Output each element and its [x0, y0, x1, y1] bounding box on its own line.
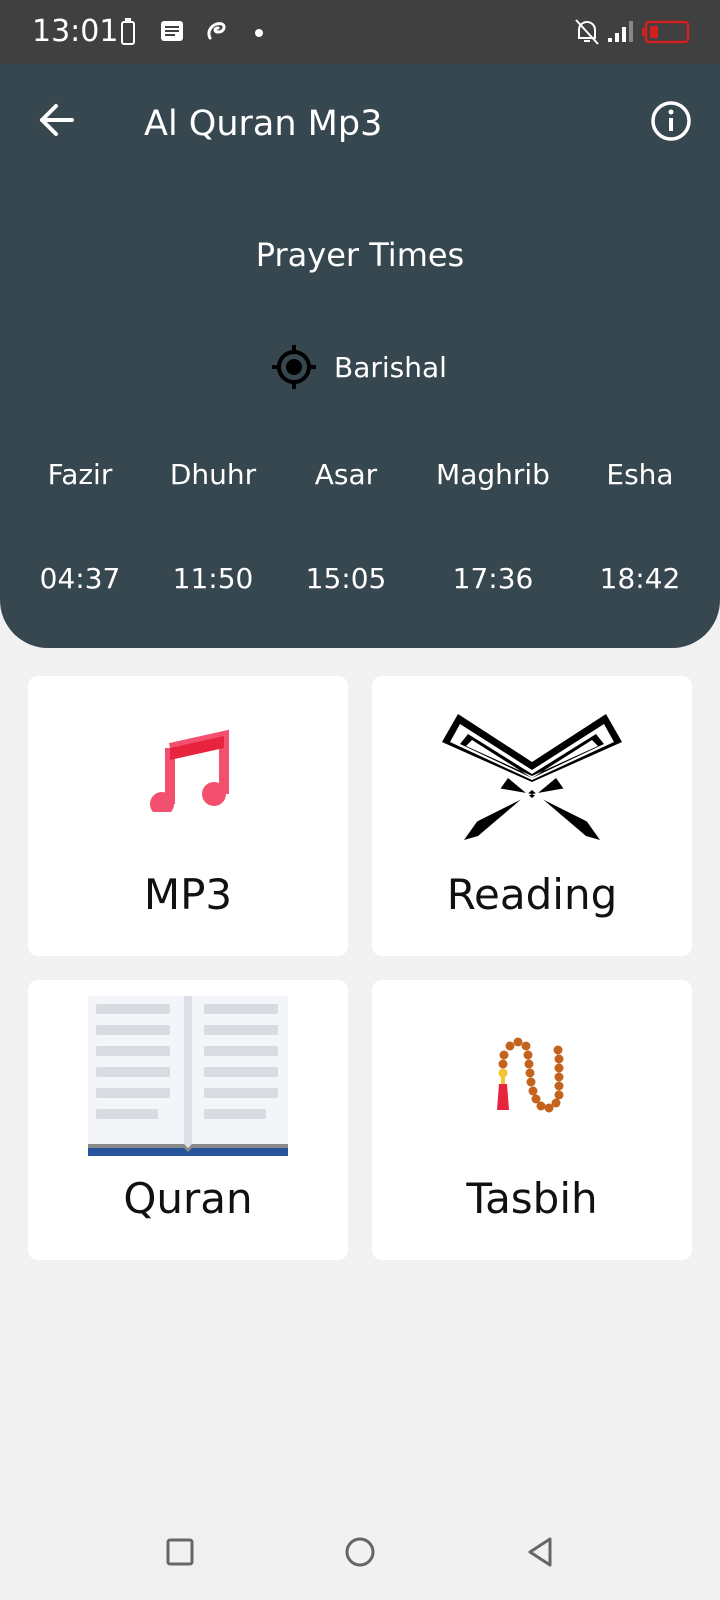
back-triangle-icon[interactable]: [520, 1532, 560, 1572]
prayer-time: 18:42: [599, 562, 681, 595]
card-label: MP3: [143, 870, 233, 919]
prayer-beads-icon: [497, 1037, 564, 1113]
prayer-name: Esha: [606, 458, 674, 491]
airtel-icon: [207, 22, 226, 40]
battery-outline-icon: [121, 18, 135, 45]
prayer-header: Al Quran Mp3 Prayer Times Barishal Fazir…: [0, 64, 720, 648]
tasbih-card[interactable]: Tasbih: [372, 980, 692, 1260]
card-label: Reading: [446, 870, 618, 919]
dot-icon: [255, 29, 263, 37]
location-row[interactable]: Barishal: [270, 342, 447, 392]
prayer-name: Dhuhr: [169, 458, 257, 491]
status-bar: 13:01: [0, 0, 720, 64]
reading-card[interactable]: Reading: [372, 676, 692, 956]
info-icon[interactable]: [650, 100, 692, 142]
status-time: 13:01: [32, 14, 119, 49]
quran-stand-icon: [442, 714, 622, 840]
open-book-icon: [88, 996, 288, 1156]
mp3-card[interactable]: MP3: [28, 676, 348, 956]
home-circle-icon[interactable]: [340, 1532, 380, 1572]
prayer-name: Maghrib: [436, 458, 550, 491]
system-nav-bar: [0, 1502, 720, 1600]
prayer-time: 15:05: [305, 562, 387, 595]
prayer-time: 17:36: [452, 562, 534, 595]
back-arrow-icon[interactable]: [34, 98, 78, 142]
card-label: Quran: [123, 1174, 253, 1223]
mute-icon: [575, 19, 599, 45]
signal-icon: [608, 21, 633, 42]
quran-card[interactable]: Quran: [28, 980, 348, 1260]
prayer-name: Fazir: [47, 458, 113, 491]
location-name: Barishal: [334, 350, 447, 384]
card-label: Tasbih: [466, 1174, 598, 1223]
prayer-time: 04:37: [39, 562, 121, 595]
prayer-time: 11:50: [172, 562, 254, 595]
message-icon: [161, 21, 183, 41]
prayer-name: Asar: [314, 458, 378, 491]
battery-low-icon: [642, 20, 690, 44]
location-target-icon: [272, 345, 316, 389]
app-title: Al Quran Mp3: [144, 104, 383, 144]
recents-square-icon[interactable]: [160, 1532, 200, 1572]
music-note-icon: [150, 729, 229, 812]
prayer-times-title: Prayer Times: [255, 236, 465, 274]
